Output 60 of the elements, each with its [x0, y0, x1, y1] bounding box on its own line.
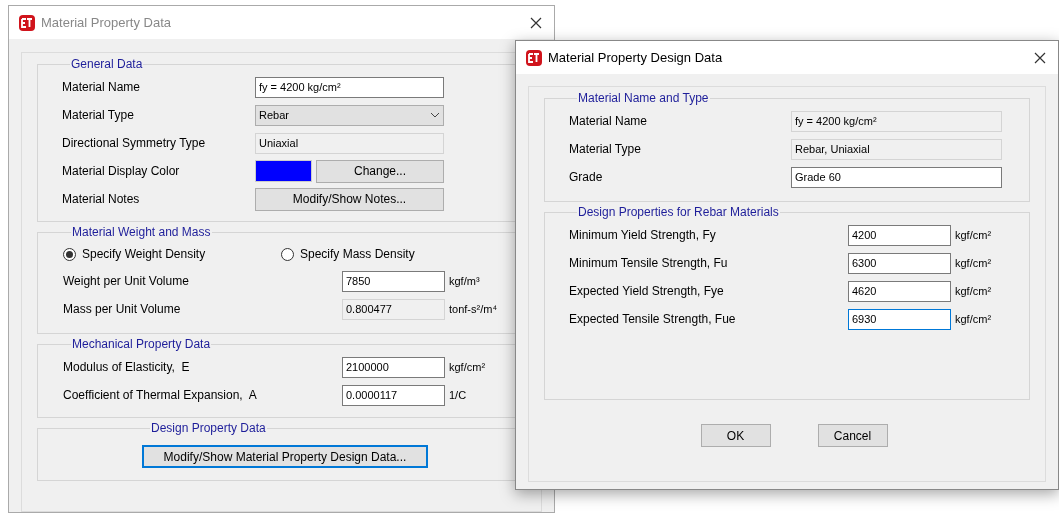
readonly-field: Rebar, Uniaxial	[791, 138, 1002, 160]
color-swatch[interactable]	[255, 160, 312, 182]
field-label: Weight per Unit Volume	[63, 273, 190, 290]
field-label: Mass per Unit Volume	[63, 301, 182, 318]
input-field[interactable]: fy = 4200 kg/cm²	[255, 76, 444, 98]
caret-icon	[430, 112, 440, 118]
field-label: Expected Tensile Strength, Fue	[569, 311, 737, 328]
readonly-field: 0.800477	[342, 298, 445, 320]
input-field[interactable]: 6930	[848, 308, 951, 330]
group-legend: Design Property Data	[150, 419, 267, 437]
unit-label: kgf/cm²	[955, 227, 992, 243]
unit-label: 1/C	[449, 387, 467, 403]
input-field[interactable]: Grade 60	[791, 166, 1002, 188]
field-label: Material Name	[569, 113, 649, 130]
unit-label: kgf/cm²	[955, 255, 992, 271]
input-field[interactable]: 7850	[342, 270, 445, 292]
unit-label: tonf-s²/m⁴	[449, 301, 498, 317]
field-label: Directional Symmetry Type	[62, 135, 207, 152]
dropdown-value: Rebar	[259, 107, 289, 123]
app-logo-icon	[19, 14, 35, 31]
field-label: Material Display Color	[62, 163, 181, 180]
field-label: Material Notes	[62, 191, 141, 208]
button[interactable]: Change...	[316, 159, 444, 183]
unit-label: kgf/cm²	[955, 311, 992, 327]
field-label: Expected Yield Strength, Fye	[569, 283, 725, 300]
app-logo-icon	[526, 49, 542, 66]
field-label: Grade	[569, 169, 604, 186]
button[interactable]: OK	[700, 424, 771, 447]
input-field[interactable]: 2100000	[342, 356, 445, 378]
button[interactable]: Modify/Show Notes...	[255, 187, 444, 211]
group-legend: Material Name and Type	[577, 89, 710, 107]
group-legend: General Data	[70, 55, 144, 73]
button[interactable]: Modify/Show Material Property Design Data...	[142, 445, 428, 468]
input-field[interactable]: 0.0000117	[342, 384, 445, 406]
button[interactable]: Cancel	[817, 424, 888, 447]
group-legend: Material Weight and Mass	[71, 223, 212, 241]
field-label: Modulus of Elasticity, E	[63, 359, 191, 376]
radio-option[interactable]: Specify Mass Density	[281, 245, 415, 263]
unit-label: kgf/cm²	[449, 359, 486, 375]
field-label: Material Name	[62, 79, 142, 96]
field-label: Coefficient of Thermal Expansion, A	[63, 387, 258, 404]
window-title: Material Property Design Data	[548, 48, 723, 67]
input-field[interactable]: 6300	[848, 252, 951, 274]
unit-label: kgf/cm²	[955, 283, 992, 299]
readonly-field: fy = 4200 kg/cm²	[791, 110, 1002, 132]
field-label: Minimum Yield Strength, Fy	[569, 227, 717, 244]
close-icon[interactable]	[530, 16, 542, 29]
window-title: Material Property Data	[41, 13, 172, 32]
input-field[interactable]: 4620	[848, 280, 951, 302]
field-label: Material Type	[569, 141, 642, 158]
field-label: Material Type	[62, 107, 135, 124]
field-label: Minimum Tensile Strength, Fu	[569, 255, 729, 272]
input-field[interactable]: 4200	[848, 224, 951, 246]
group-legend: Design Properties for Rebar Materials	[577, 203, 780, 221]
dropdown[interactable]: Rebar	[255, 104, 444, 126]
close-icon[interactable]	[1034, 51, 1046, 64]
readonly-field: Uniaxial	[255, 132, 444, 154]
group-legend: Mechanical Property Data	[71, 335, 212, 353]
unit-label: kgf/m³	[449, 273, 480, 289]
radio-option[interactable]: Specify Weight Density	[63, 245, 281, 263]
